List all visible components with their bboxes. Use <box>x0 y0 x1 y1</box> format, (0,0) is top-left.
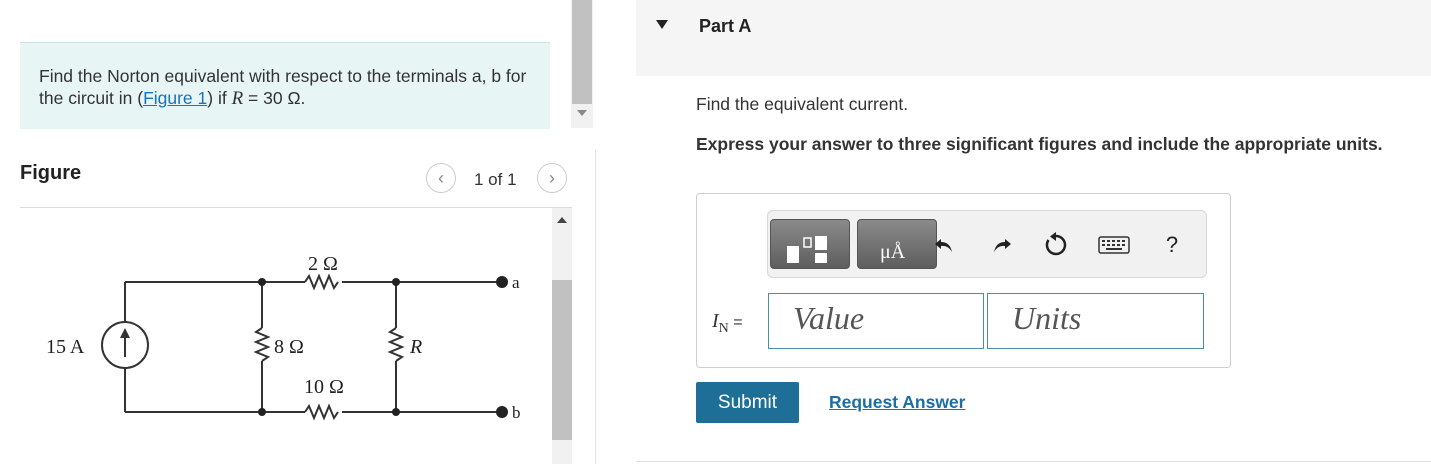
help-icon[interactable]: ? <box>1157 230 1187 260</box>
next-figure-button[interactable]: › <box>537 163 567 193</box>
circuit-diagram: 15 A 2 Ω 8 Ω 10 Ω R a b <box>46 253 521 422</box>
units-button[interactable]: μÅ <box>857 219 937 269</box>
scroll-down-icon[interactable] <box>577 110 587 116</box>
terminal-b-label: b <box>512 403 521 422</box>
units-glyph-icon: μÅ <box>880 241 906 263</box>
keyboard-icon[interactable] <box>1097 230 1131 260</box>
value-placeholder: Value <box>793 300 865 336</box>
submit-button[interactable]: Submit <box>696 382 799 423</box>
prompt-scrollbar-thumb[interactable] <box>572 0 592 104</box>
question-text: Find the equivalent current. <box>696 94 909 114</box>
undo-icon[interactable] <box>929 230 959 260</box>
answer-label: IN = <box>712 310 743 337</box>
scroll-up-icon[interactable] <box>557 217 567 223</box>
resistor-10-label: 10 Ω <box>304 376 344 398</box>
terminal-b-dot <box>496 406 508 418</box>
terminal-a-dot <box>496 276 508 288</box>
answer-label-sub: N <box>718 321 729 336</box>
pane-divider <box>595 150 596 464</box>
units-input[interactable]: Units <box>987 293 1204 349</box>
collapse-caret-icon[interactable] <box>656 20 668 29</box>
part-title[interactable]: Part A <box>699 16 751 37</box>
resistor-r-label: R <box>409 336 422 358</box>
figure-link[interactable]: Figure 1 <box>143 88 207 108</box>
value-input[interactable]: Value <box>768 293 984 349</box>
redo-icon[interactable] <box>987 230 1017 260</box>
answer-instructions: Express your answer to three significant… <box>696 134 1383 154</box>
bottom-divider <box>636 461 1431 462</box>
templates-icon <box>787 236 827 263</box>
figure-scrollbar-thumb[interactable] <box>552 280 572 440</box>
terminal-a-label: a <box>512 273 520 292</box>
figure-scrollbar[interactable] <box>552 208 572 464</box>
chevron-right-icon: › <box>549 167 555 188</box>
figure-divider <box>20 207 572 208</box>
prompt-scrollbar[interactable] <box>571 0 593 128</box>
problem-text-after: ) if <box>207 88 232 108</box>
part-header[interactable] <box>636 0 1431 76</box>
reset-icon[interactable] <box>1041 230 1071 260</box>
answer-label-var: I <box>712 310 719 332</box>
problem-variable: R <box>231 88 244 109</box>
answer-label-equals: = <box>728 314 743 331</box>
source-label: 15 A <box>46 336 85 358</box>
chevron-left-icon: ‹ <box>438 167 444 188</box>
help-glyph: ? <box>1165 232 1179 257</box>
resistor-2-label: 2 Ω <box>308 253 338 275</box>
problem-statement: Find the Norton equivalent with respect … <box>20 42 550 129</box>
resistor-8-label: 8 Ω <box>274 336 304 358</box>
figure-title: Figure <box>20 162 82 184</box>
problem-value: = 30 Ω. <box>243 88 306 108</box>
templates-button[interactable] <box>770 219 850 269</box>
previous-figure-button[interactable]: ‹ <box>426 163 456 193</box>
left-pane: Find the Norton equivalent with respect … <box>0 0 580 464</box>
units-placeholder: Units <box>1012 300 1082 336</box>
request-answer-link[interactable]: Request Answer <box>829 392 965 413</box>
figure-pager: 1 of 1 <box>474 170 517 189</box>
